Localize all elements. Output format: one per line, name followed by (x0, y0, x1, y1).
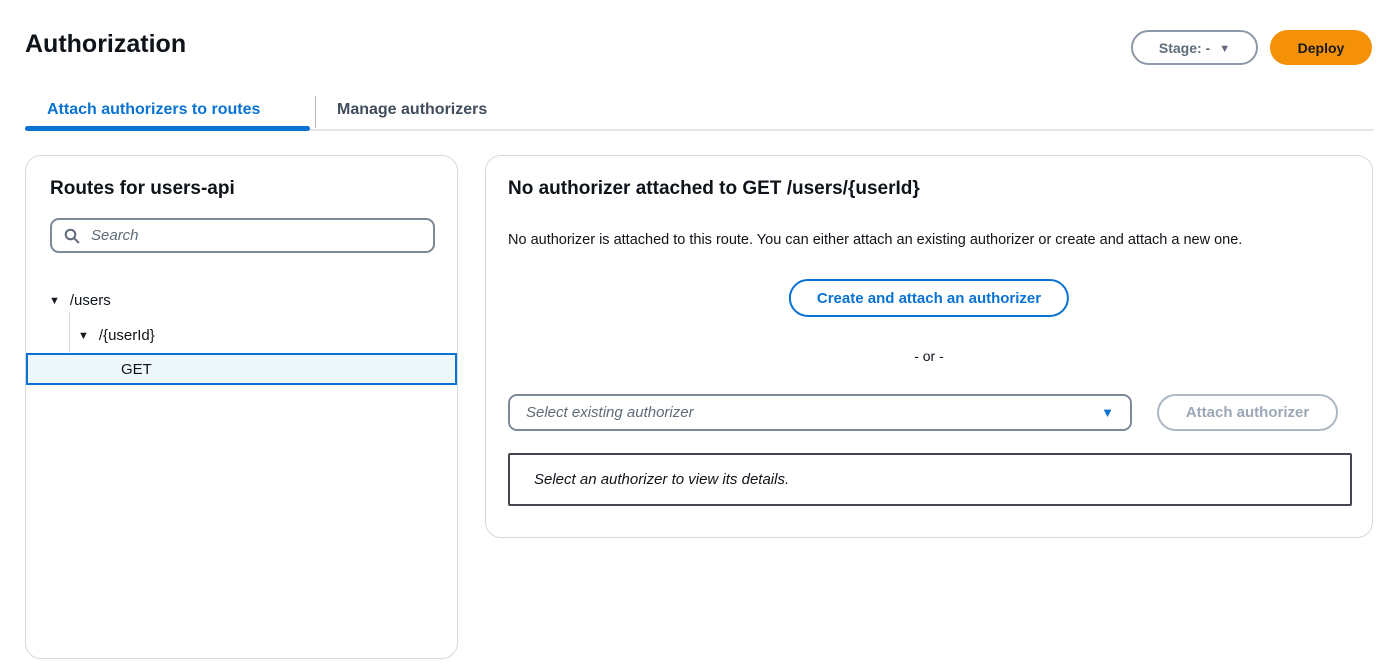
tab-attach-authorizers[interactable]: Attach authorizers to routes (47, 101, 260, 119)
or-separator-text: - or - (914, 348, 944, 364)
details-placeholder-text: Select an authorizer to view its details… (534, 471, 790, 488)
tree-expand-icon[interactable]: ▼ (78, 330, 89, 342)
authorization-page: Authorization Stage: - ▼ Deploy Attach a… (0, 0, 1400, 666)
deploy-button[interactable]: Deploy (1270, 30, 1372, 65)
stage-dropdown-label: Stage: - (1158, 39, 1211, 56)
chevron-down-icon: ▼ (1219, 42, 1231, 55)
tab-divider (315, 96, 316, 128)
tree-item-label: /users (69, 292, 111, 309)
page-title: Authorization (25, 30, 187, 58)
tab-manage-authorizers[interactable]: Manage authorizers (337, 101, 487, 119)
route-search-input[interactable] (89, 226, 421, 245)
tree-expand-icon[interactable]: ▼ (49, 295, 60, 307)
authorizer-panel: No authorizer attached to GET /users/{us… (485, 155, 1373, 538)
select-caret-down-icon: ▼ (1101, 405, 1114, 420)
tree-item-userid[interactable]: ▼ /{userId} (78, 327, 155, 344)
attach-authorizer-button[interactable]: Attach authorizer (1157, 394, 1338, 431)
authorizer-description: No authorizer is attached to this route.… (508, 232, 1243, 248)
tree-guide-line (69, 312, 70, 353)
routes-panel-title: Routes for users-api (50, 178, 235, 199)
tree-item-get-selected[interactable]: GET (26, 353, 457, 385)
active-tab-underline (25, 126, 310, 131)
header-actions: Stage: - ▼ Deploy (1131, 30, 1372, 65)
route-search-box[interactable] (50, 218, 435, 253)
tree-item-users[interactable]: ▼ /users (49, 292, 111, 309)
authorizer-details-box: Select an authorizer to view its details… (508, 453, 1352, 506)
stage-dropdown-button[interactable]: Stage: - ▼ (1131, 30, 1258, 65)
route-method-label: GET (121, 360, 152, 378)
authorizer-panel-title: No authorizer attached to GET /users/{us… (508, 178, 920, 199)
search-icon (64, 228, 80, 243)
existing-authorizer-select[interactable]: Select existing authorizer ▼ (508, 394, 1132, 431)
routes-panel: Routes for users-api ▼ /users ▼ /{userId… (25, 155, 458, 659)
tree-item-label: /{userId} (98, 327, 155, 344)
create-attach-authorizer-button[interactable]: Create and attach an authorizer (788, 279, 1070, 317)
select-placeholder-text: Select existing authorizer (526, 404, 694, 421)
